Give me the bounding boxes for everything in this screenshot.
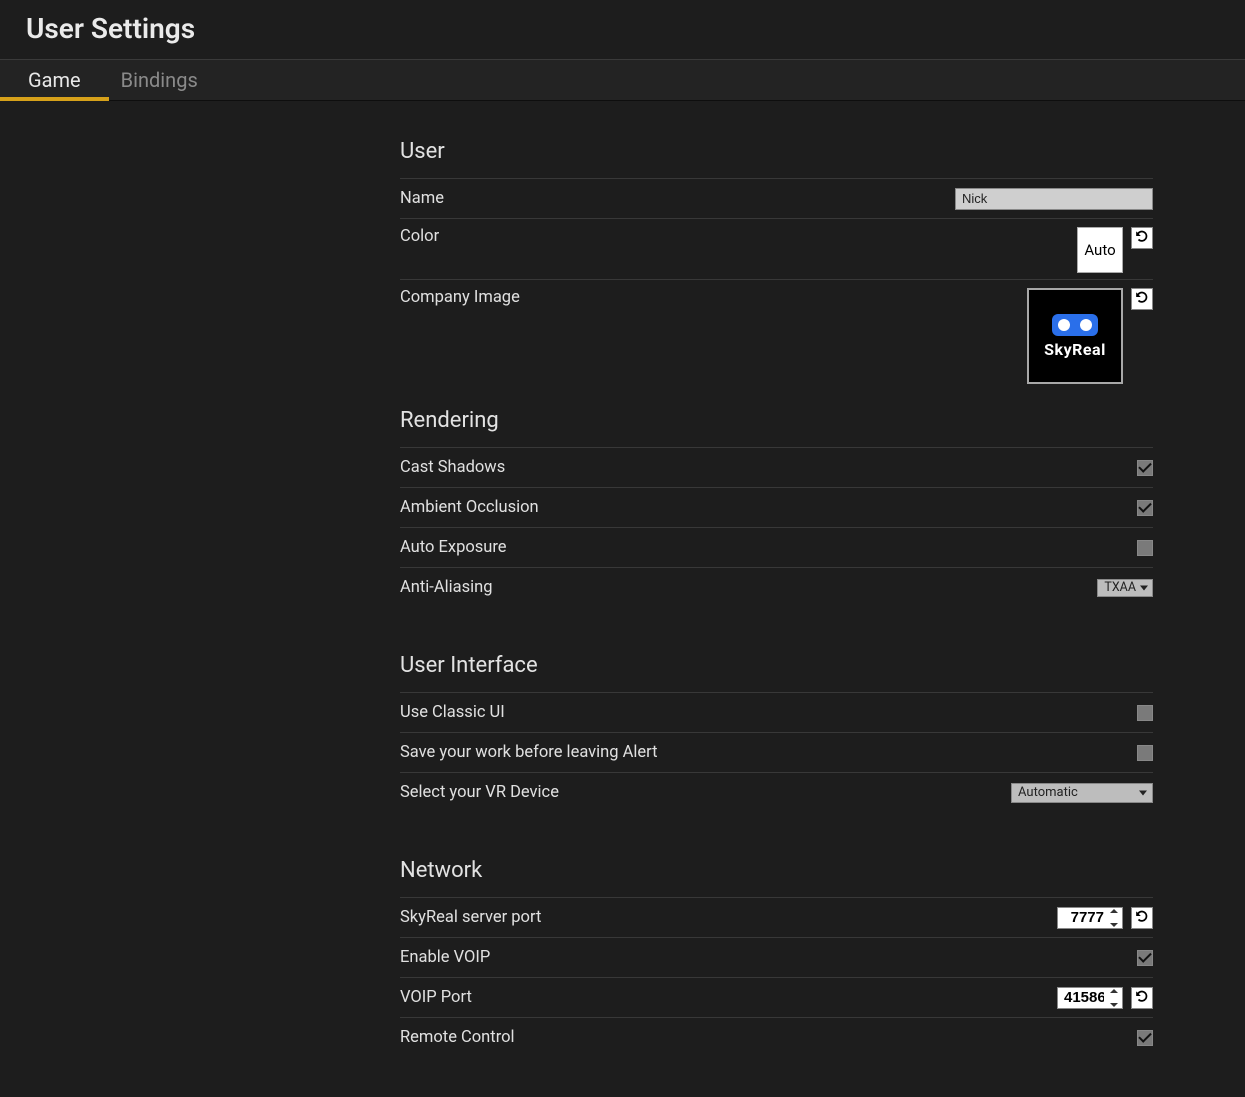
undo-icon <box>1135 290 1149 308</box>
cast-shadows-label: Cast Shadows <box>400 458 505 477</box>
company-image-brand: SkyReal <box>1044 340 1106 359</box>
color-label: Color <box>400 227 439 246</box>
company-image-label: Company Image <box>400 288 520 307</box>
vr-device-label: Select your VR Device <box>400 783 559 802</box>
color-reset-button[interactable] <box>1131 227 1153 249</box>
cast-shadows-checkbox[interactable] <box>1137 460 1153 476</box>
row-color: Color Auto <box>400 218 1153 279</box>
row-company-image: Company Image SkyReal <box>400 279 1153 390</box>
vr-device-dropdown[interactable]: Automatic <box>1011 783 1153 803</box>
chevron-down-icon <box>1139 790 1147 795</box>
undo-icon <box>1135 229 1149 247</box>
row-enable-voip: Enable VOIP <box>400 937 1153 977</box>
classic-ui-label: Use Classic UI <box>400 703 505 722</box>
row-ambient-occlusion: Ambient Occlusion <box>400 487 1153 527</box>
server-port-step-up[interactable] <box>1110 909 1118 913</box>
company-image-reset-button[interactable] <box>1131 288 1153 310</box>
server-port-step-down[interactable] <box>1110 923 1118 927</box>
undo-icon <box>1135 909 1149 927</box>
auto-exposure-label: Auto Exposure <box>400 538 507 557</box>
voip-port-label: VOIP Port <box>400 988 472 1007</box>
classic-ui-checkbox[interactable] <box>1137 705 1153 721</box>
anti-aliasing-dropdown[interactable]: TXAA <box>1097 579 1153 597</box>
remote-control-label: Remote Control <box>400 1028 515 1047</box>
chevron-down-icon <box>1140 585 1148 590</box>
row-classic-ui: Use Classic UI <box>400 692 1153 732</box>
section-rendering-title: Rendering <box>400 390 1153 447</box>
row-vr-device: Select your VR Device Automatic <box>400 772 1153 812</box>
anti-aliasing-value: TXAA <box>1104 580 1136 595</box>
tab-bindings[interactable]: Bindings <box>121 60 198 100</box>
name-label: Name <box>400 189 444 208</box>
tab-game[interactable]: Game <box>28 60 81 100</box>
server-port-label: SkyReal server port <box>400 908 541 927</box>
vr-device-value: Automatic <box>1018 785 1078 800</box>
auto-exposure-checkbox[interactable] <box>1137 540 1153 556</box>
section-user-title: User <box>400 121 1153 178</box>
row-voip-port: VOIP Port <box>400 977 1153 1017</box>
color-swatch-button[interactable]: Auto <box>1077 227 1123 273</box>
row-name: Name <box>400 178 1153 218</box>
row-anti-aliasing: Anti-Aliasing TXAA <box>400 567 1153 607</box>
company-image-button[interactable]: SkyReal <box>1027 288 1123 384</box>
tab-bar: Game Bindings <box>0 59 1245 101</box>
save-alert-label: Save your work before leaving Alert <box>400 743 658 762</box>
row-auto-exposure: Auto Exposure <box>400 527 1153 567</box>
remote-control-checkbox[interactable] <box>1137 1030 1153 1046</box>
ambient-occlusion-checkbox[interactable] <box>1137 500 1153 516</box>
voip-port-step-up[interactable] <box>1110 989 1118 993</box>
row-save-alert: Save your work before leaving Alert <box>400 732 1153 772</box>
enable-voip-checkbox[interactable] <box>1137 950 1153 966</box>
name-input[interactable] <box>955 188 1153 210</box>
row-cast-shadows: Cast Shadows <box>400 447 1153 487</box>
server-port-reset-button[interactable] <box>1131 907 1153 929</box>
section-network-title: Network <box>400 840 1153 897</box>
anti-aliasing-label: Anti-Aliasing <box>400 578 493 597</box>
vr-goggles-icon <box>1052 314 1098 336</box>
section-ui-title: User Interface <box>400 635 1153 692</box>
undo-icon <box>1135 989 1149 1007</box>
ambient-occlusion-label: Ambient Occlusion <box>400 498 539 517</box>
enable-voip-label: Enable VOIP <box>400 948 490 967</box>
voip-port-reset-button[interactable] <box>1131 987 1153 1009</box>
page-title: User Settings <box>0 0 1245 59</box>
row-server-port: SkyReal server port <box>400 897 1153 937</box>
save-alert-checkbox[interactable] <box>1137 745 1153 761</box>
voip-port-step-down[interactable] <box>1110 1003 1118 1007</box>
row-remote-control: Remote Control <box>400 1017 1153 1057</box>
